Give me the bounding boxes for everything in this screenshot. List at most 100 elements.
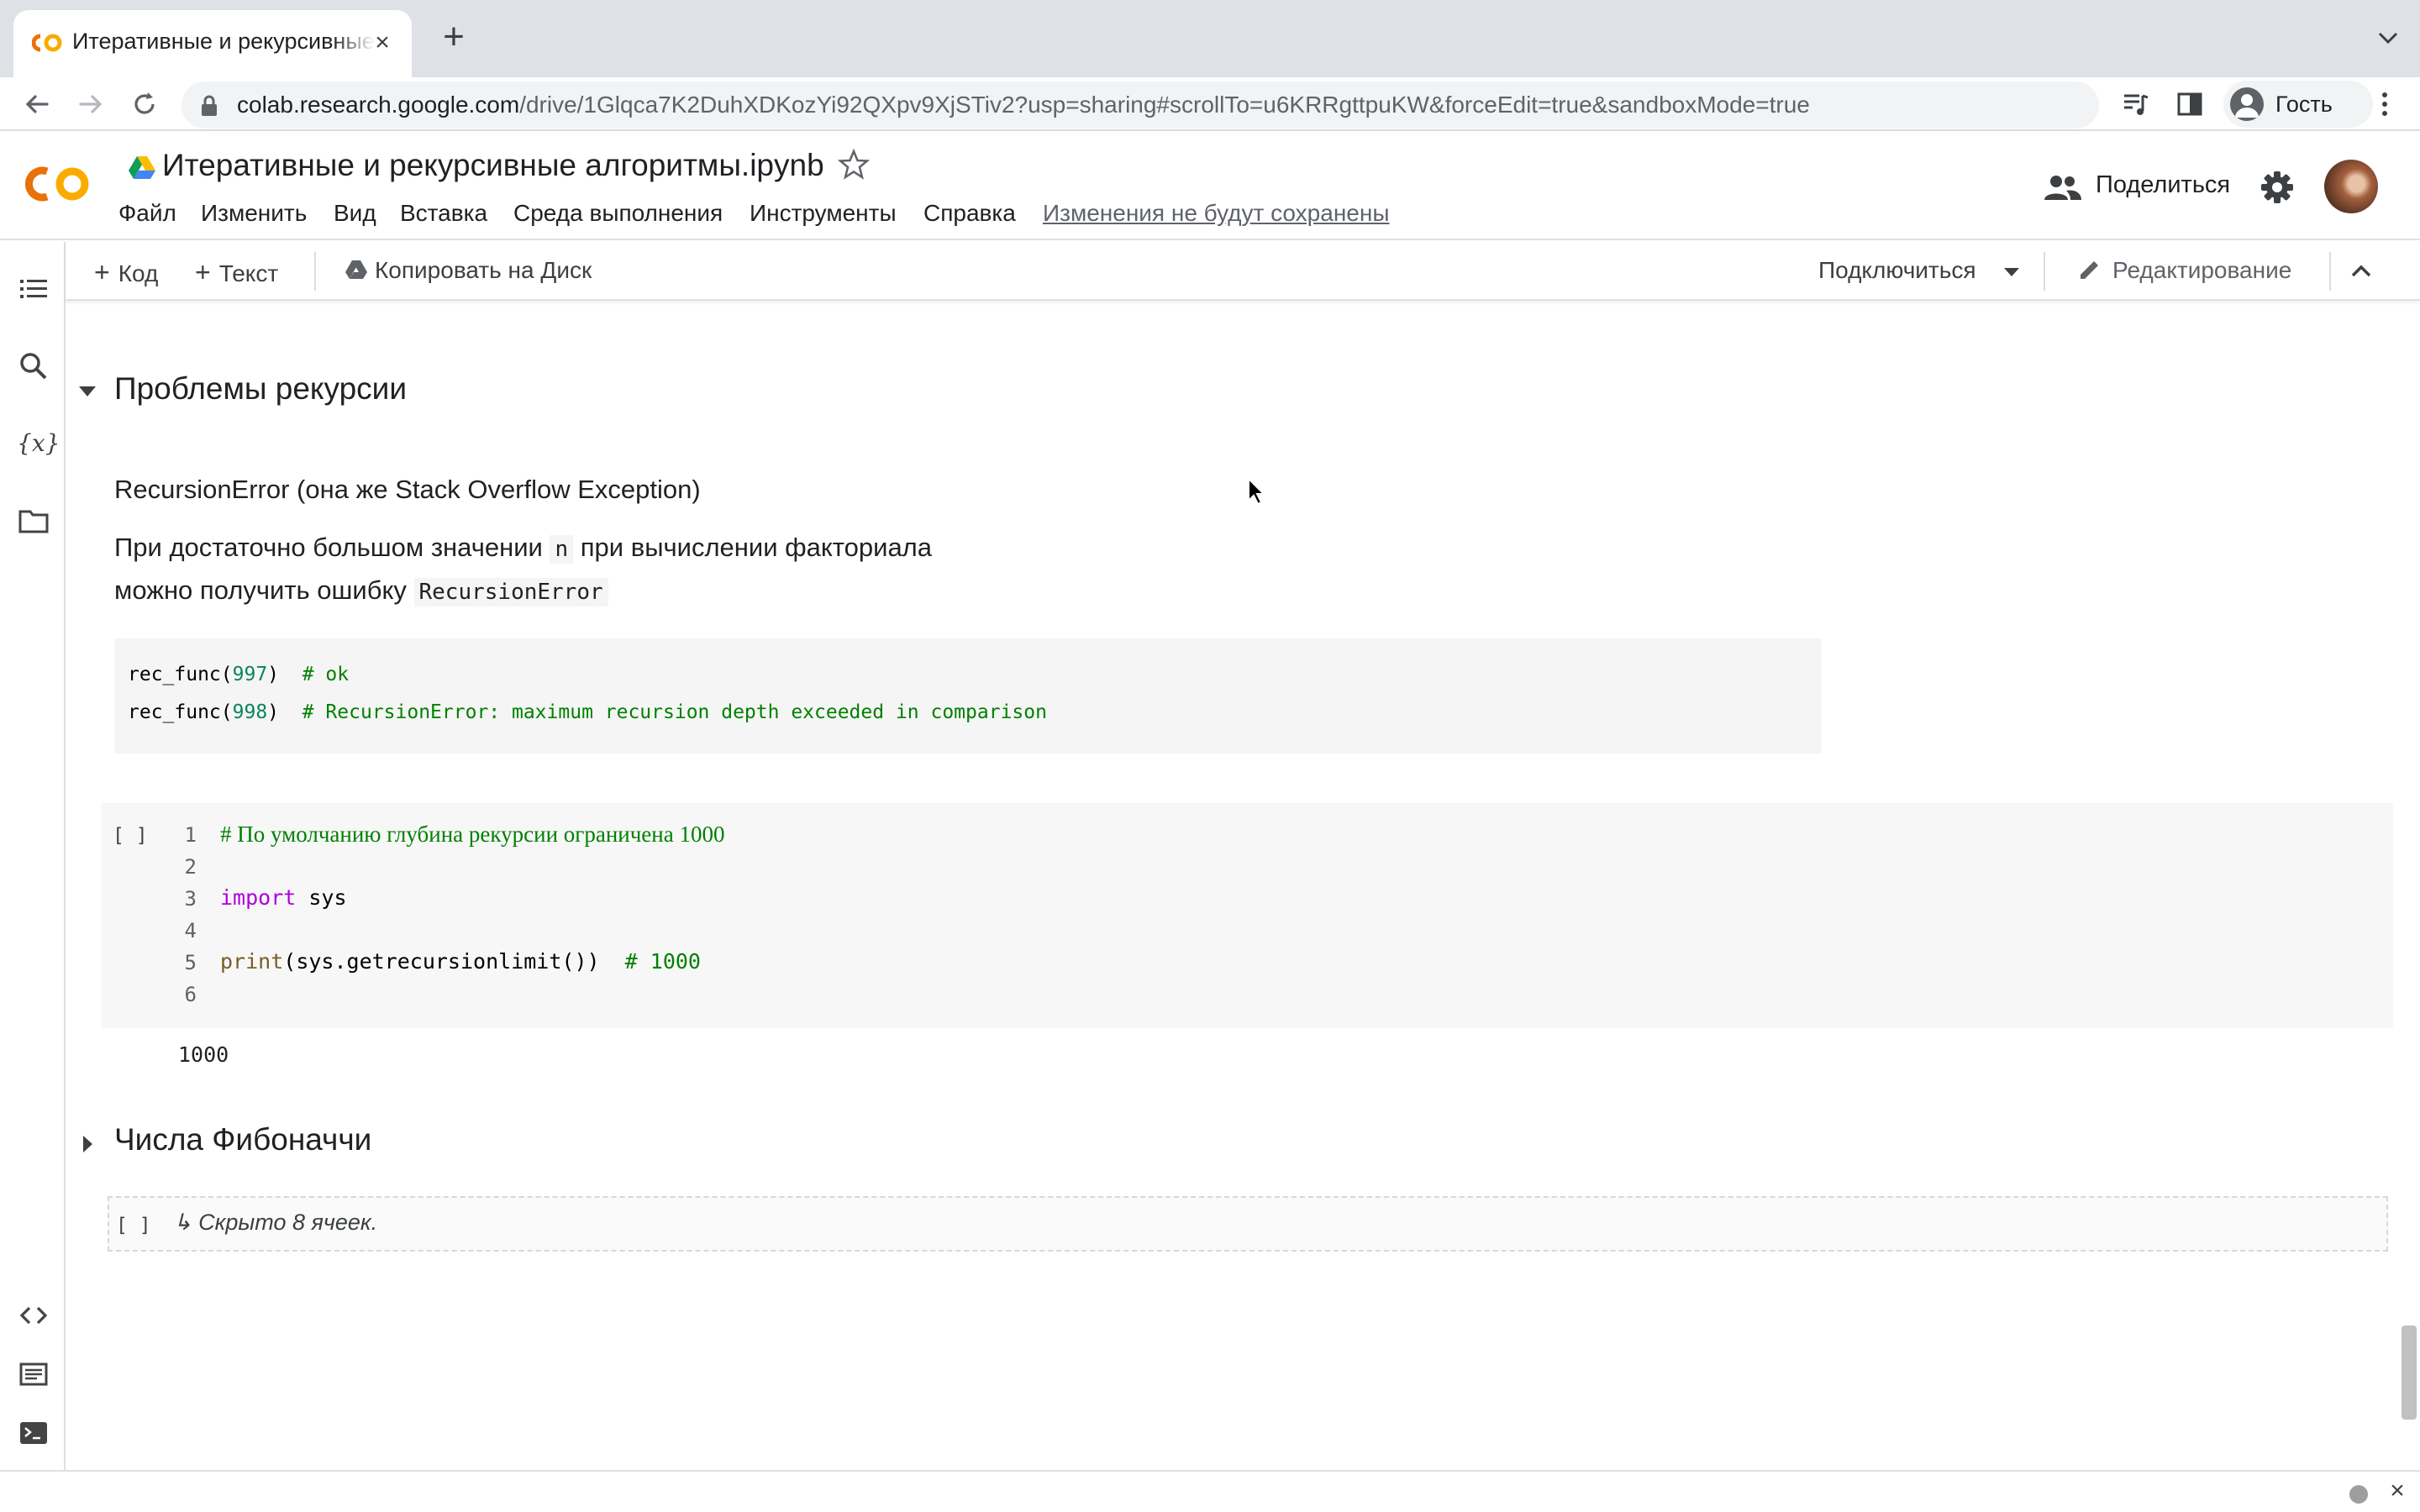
section-title: Проблемы рекурсии (114, 371, 408, 406)
paragraph-line: При достаточно большом значении n при вы… (114, 533, 933, 564)
code-comment: # ok (302, 664, 350, 685)
subtitle-text: RecursionError (она же Stack Overflow Ex… (114, 475, 701, 504)
code-call: rec_func( (128, 664, 233, 685)
notebook-area: Проблемы рекурсии RecursionError (она же… (67, 302, 2395, 1470)
variables-icon[interactable]: {𝑥} (17, 427, 60, 460)
folder-icon[interactable] (17, 504, 50, 538)
code-text: sys (296, 885, 347, 910)
scrollbar-thumb[interactable] (2402, 1326, 2417, 1420)
code-number: 998 (232, 701, 268, 723)
menu-edit[interactable]: Изменить (201, 200, 307, 227)
browser-tab-strip: Итеративные и рекурсивные алгоритмы.ipyn… (0, 0, 2420, 77)
star-icon[interactable] (837, 148, 871, 181)
plus-icon: + (195, 257, 211, 287)
url-host: colab.research.google.com (237, 92, 520, 118)
tab-search-chevron-icon[interactable] (2373, 25, 2403, 50)
share-label: Поделиться (2096, 171, 2231, 198)
code-line: rec_func(998) # RecursionError: maximum … (128, 701, 1047, 723)
code-keyword: import (220, 885, 297, 910)
url-text: colab.research.google.com/drive/1Glqca7K… (237, 92, 1810, 118)
run-hidden-cells-button[interactable]: [ ] (116, 1215, 151, 1236)
mouse-cursor-icon (1248, 477, 1265, 506)
add-text-button[interactable]: + Текст (195, 257, 278, 288)
line-number: 2 (184, 855, 197, 879)
code-cell[interactable]: [ ] 1 2 3 4 5 6 # По умолчанию глубина р… (101, 803, 2393, 1028)
editing-mode-button[interactable]: Редактирование (2077, 257, 2291, 284)
code-snippets-icon[interactable] (17, 1299, 50, 1332)
unsaved-changes-link[interactable]: Изменения не будут сохранены (1043, 200, 1389, 227)
code-line: import sys (220, 885, 347, 910)
back-icon[interactable] (18, 86, 55, 123)
code-comment: # 1000 (624, 949, 701, 974)
reload-icon[interactable] (126, 86, 163, 123)
address-bar[interactable]: colab.research.google.com/drive/1Glqca7K… (182, 81, 2099, 129)
plus-icon: + (94, 257, 110, 287)
browser-tab[interactable]: Итеративные и рекурсивные алгоритмы.ipyn… (13, 10, 412, 77)
notebook-title[interactable]: Итеративные и рекурсивные алгоритмы.ipyn… (162, 148, 824, 183)
colab-favicon-icon (32, 34, 62, 52)
media-icon[interactable] (2118, 86, 2154, 123)
add-code-label: Код (118, 260, 159, 286)
menu-view[interactable]: Вид (334, 200, 376, 227)
copy-to-drive-label: Копировать на Диск (375, 257, 592, 283)
cell-toolbar: + Код + Текст Копировать на Диск Подключит… (66, 242, 2420, 301)
pencil-icon (2081, 261, 2098, 279)
tab-close-icon[interactable]: × (368, 29, 397, 57)
profile-label: Гость (2275, 92, 2333, 117)
new-tab-icon[interactable]: + (437, 18, 471, 55)
kebab-menu-icon[interactable] (2366, 86, 2403, 123)
code-call: rec_func( (128, 701, 233, 723)
forward-icon[interactable] (72, 86, 109, 123)
line-number: 4 (184, 919, 197, 942)
menu-help[interactable]: Справка (923, 200, 1016, 227)
markdown-code-block: rec_func(997) # ok rec_func(998) # Recur… (114, 638, 1822, 753)
terminal-icon[interactable] (17, 1416, 50, 1450)
code-comment: # По умолчанию глубина рекурсии ограниче… (220, 822, 725, 847)
menu-runtime[interactable]: Среда выполнения (513, 200, 723, 227)
browser-toolbar: colab.research.google.com/drive/1Glqca7K… (0, 77, 2420, 131)
guest-avatar-icon (2230, 87, 2264, 121)
table-of-contents-icon[interactable] (17, 272, 50, 306)
account-avatar[interactable] (2324, 160, 2378, 213)
collapse-header-chevron-icon[interactable] (2348, 260, 2375, 282)
hidden-cells-label[interactable]: ↳ Скрыто 8 ячеек. (173, 1210, 377, 1236)
connect-dropdown-icon[interactable] (2002, 265, 2022, 279)
code-text: (sys.getrecursionlimit()) (283, 949, 600, 974)
section-expand-icon[interactable] (76, 1132, 99, 1156)
code-function: print (220, 949, 284, 974)
menu-insert[interactable]: Вставка (400, 200, 487, 227)
status-bar: × (0, 1470, 2420, 1512)
url-path: /drive/1Glqca7K2DuhXDKozYi92QXpv9XjSTiv2… (519, 92, 1810, 118)
menu-file[interactable]: Файл (118, 200, 176, 227)
line-number: 3 (184, 887, 197, 911)
status-indicator-icon[interactable] (2349, 1485, 2368, 1504)
copy-to-drive-button[interactable]: Копировать на Диск (345, 257, 592, 284)
inline-code: n (550, 535, 574, 564)
colab-logo-icon[interactable] (24, 161, 94, 207)
profile-button[interactable]: Гость (2223, 81, 2373, 128)
run-cell-button[interactable]: [ ] (113, 825, 148, 847)
connect-button[interactable]: Подключиться (1818, 257, 1976, 284)
close-icon[interactable]: × (2385, 1478, 2410, 1504)
search-icon[interactable] (17, 349, 50, 383)
connect-label: Подключиться (1818, 257, 1976, 283)
paragraph-text: при вычислении факториала (580, 533, 933, 562)
add-code-button[interactable]: + Код (94, 257, 158, 288)
section-collapse-icon[interactable] (76, 380, 99, 403)
hidden-cells-bar[interactable]: [ ] ↳ Скрыто 8 ячеек. (108, 1196, 2388, 1252)
drive-icon (129, 156, 155, 179)
command-palette-icon[interactable] (17, 1357, 50, 1391)
code-paren: ) (267, 664, 280, 685)
people-icon (2044, 176, 2081, 200)
side-panel-icon[interactable] (2171, 86, 2208, 123)
toolbar-divider (2329, 252, 2331, 291)
line-number: 5 (184, 951, 197, 974)
section-title: Числа Фибоначчи (114, 1122, 372, 1157)
code-line: print(sys.getrecursionlimit()) # 1000 (220, 949, 701, 974)
gear-icon[interactable] (2260, 170, 2295, 205)
toolbar-divider (2044, 252, 2045, 291)
code-line: rec_func(997) # ok (128, 664, 349, 685)
editing-label: Редактирование (2112, 257, 2292, 283)
menu-tools[interactable]: Инструменты (750, 200, 897, 227)
lock-icon[interactable] (200, 95, 218, 117)
